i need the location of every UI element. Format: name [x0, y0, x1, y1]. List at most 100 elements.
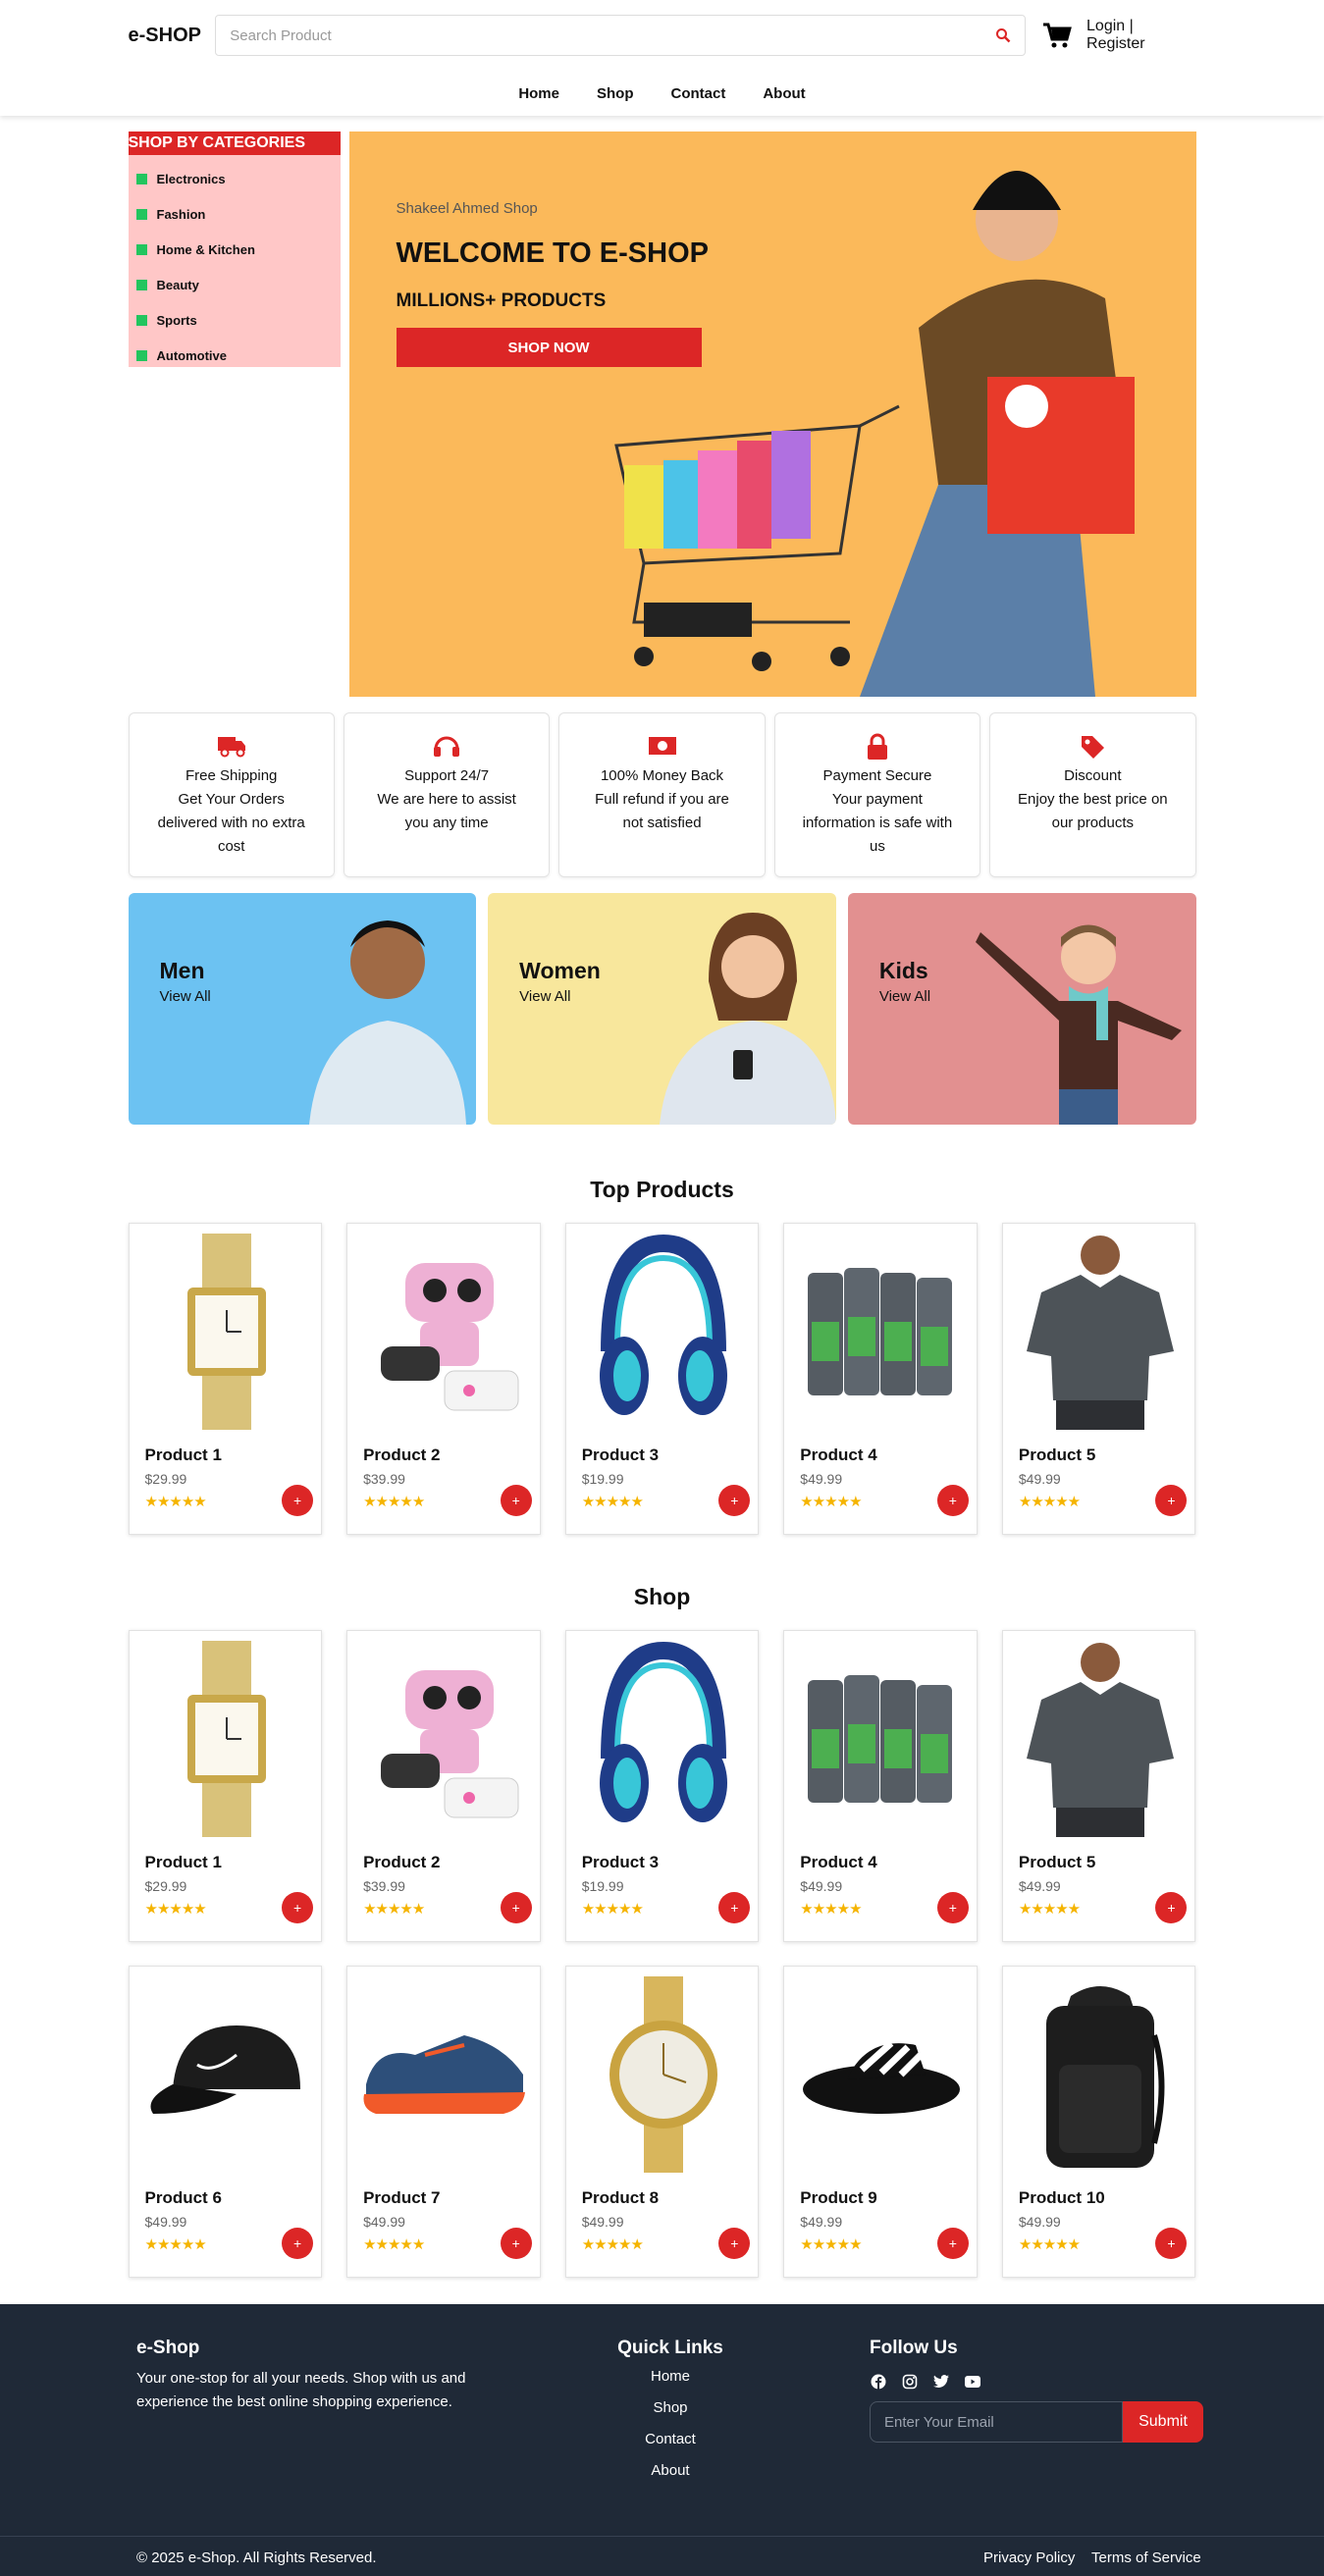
product-name[interactable]: Product 9 [800, 2188, 876, 2208]
slide-icon[interactable] [784, 1967, 979, 2182]
cart-icon[interactable] [1041, 20, 1073, 51]
product-name[interactable]: Product 1 [145, 1446, 222, 1465]
search-input[interactable]: Search Product [215, 15, 1027, 56]
add-to-cart-button[interactable]: + [282, 1892, 314, 1923]
product-name[interactable]: Product 2 [363, 1853, 440, 1872]
product-card[interactable]: Product 3 $19.99 ★★★★★ + [564, 1630, 761, 1942]
email-input[interactable]: Enter Your Email [870, 2401, 1123, 2443]
login-register-link[interactable]: Login | Register [1086, 18, 1195, 53]
feature-card: 100% Money Back Full refund if you are n… [558, 712, 766, 877]
headphones-icon[interactable] [566, 1631, 761, 1847]
watch-icon[interactable] [130, 1224, 324, 1440]
twitter-icon[interactable] [932, 2373, 949, 2390]
robot-icon[interactable] [347, 1631, 542, 1847]
product-name[interactable]: Product 1 [145, 1853, 222, 1872]
instagram-icon[interactable] [901, 2373, 918, 2390]
product-name[interactable]: Product 4 [800, 1446, 876, 1465]
category-card-men[interactable]: Men View All [128, 893, 477, 1125]
view-all-link[interactable]: View All [879, 988, 930, 1005]
product-price: $39.99 [363, 1878, 405, 1894]
product-card[interactable]: Product 3 $19.99 ★★★★★ + [564, 1223, 761, 1535]
category-item-home-kitchen[interactable]: Home & Kitchen [135, 232, 341, 267]
search-icon[interactable] [995, 27, 1011, 43]
add-to-cart-button[interactable]: + [1155, 1892, 1188, 1923]
product-card[interactable]: Product 2 $39.99 ★★★★★ + [346, 1630, 541, 1942]
category-item-beauty[interactable]: Beauty [135, 267, 341, 302]
gold-watch-icon[interactable] [566, 1967, 761, 2182]
nav-about[interactable]: About [763, 85, 805, 102]
product-card[interactable]: Product 4 $49.99 ★★★★★ + [783, 1630, 978, 1942]
product-card[interactable]: Product 1 $29.99 ★★★★★ + [128, 1223, 324, 1535]
category-card-kids[interactable]: Kids View All [847, 893, 1196, 1125]
product-name[interactable]: Product 4 [800, 1853, 876, 1872]
headphones-icon[interactable] [566, 1224, 761, 1440]
product-card[interactable]: Product 9 $49.99 ★★★★★ + [783, 1966, 978, 2278]
submit-button[interactable]: Submit [1123, 2401, 1203, 2443]
nav-home[interactable]: Home [518, 85, 559, 102]
product-card[interactable]: Product 4 $49.99 ★★★★★ + [783, 1223, 978, 1535]
add-to-cart-button[interactable]: + [282, 2228, 314, 2259]
backpack-icon[interactable] [1003, 1967, 1197, 2182]
product-card[interactable]: Product 8 $49.99 ★★★★★ + [564, 1966, 761, 2278]
add-to-cart-button[interactable]: + [718, 1892, 751, 1923]
product-name[interactable]: Product 2 [363, 1446, 440, 1465]
facebook-icon[interactable] [870, 2373, 886, 2390]
category-item-electronics[interactable]: Electronics [135, 161, 341, 196]
robot-icon[interactable] [347, 1224, 542, 1440]
product-price: $49.99 [363, 2214, 405, 2230]
product-name[interactable]: Product 10 [1019, 2188, 1105, 2208]
category-item-fashion[interactable]: Fashion [135, 196, 341, 232]
view-all-link[interactable]: View All [519, 988, 570, 1005]
product-card[interactable]: Product 2 $39.99 ★★★★★ + [346, 1223, 541, 1535]
add-to-cart-button[interactable]: + [936, 1485, 969, 1516]
product-card[interactable]: Product 10 $49.99 ★★★★★ + [1001, 1966, 1197, 2278]
youtube-icon[interactable] [964, 2373, 980, 2390]
privacy-policy-link[interactable]: Privacy Policy [983, 2550, 1075, 2566]
add-to-cart-button[interactable]: + [936, 1892, 969, 1923]
shoe-icon[interactable] [347, 1967, 542, 2182]
product-card[interactable]: Product 5 $49.99 ★★★★★ + [1001, 1630, 1197, 1942]
bodywash-icon[interactable] [784, 1631, 979, 1847]
watch-icon[interactable] [130, 1631, 324, 1847]
site-logo[interactable]: e-SHOP [129, 25, 216, 47]
hero-subtitle: Shakeel Ahmed Shop [396, 200, 538, 217]
nav-shop[interactable]: Shop [597, 85, 634, 102]
product-card[interactable]: Product 5 $49.99 ★★★★★ + [1001, 1223, 1197, 1535]
product-card[interactable]: Product 1 $29.99 ★★★★★ + [128, 1630, 324, 1942]
terms-of-service-link[interactable]: Terms of Service [1091, 2550, 1201, 2566]
add-to-cart-button[interactable]: + [282, 1485, 314, 1516]
product-name[interactable]: Product 3 [582, 1853, 659, 1872]
product-name[interactable]: Product 7 [363, 2188, 440, 2208]
add-to-cart-button[interactable]: + [500, 2228, 532, 2259]
product-name[interactable]: Product 5 [1019, 1446, 1095, 1465]
view-all-link[interactable]: View All [160, 988, 211, 1005]
footer-link-contact[interactable]: Contact [609, 2424, 732, 2455]
nav-contact[interactable]: Contact [671, 85, 726, 102]
add-to-cart-button[interactable]: + [1155, 2228, 1188, 2259]
product-name[interactable]: Product 8 [582, 2188, 659, 2208]
category-item-sports[interactable]: Sports [135, 302, 341, 338]
bodywash-icon[interactable] [784, 1224, 979, 1440]
category-card-women[interactable]: Women View All [488, 893, 836, 1125]
product-card[interactable]: Product 7 $49.99 ★★★★★ + [346, 1966, 541, 2278]
rating-stars-icon: ★★★★★ [363, 2236, 425, 2253]
category-item-automotive[interactable]: Automotive [135, 338, 341, 373]
product-name[interactable]: Product 3 [582, 1446, 659, 1465]
cap-icon[interactable] [130, 1967, 324, 2182]
product-name[interactable]: Product 5 [1019, 1853, 1095, 1872]
add-to-cart-button[interactable]: + [500, 1892, 532, 1923]
add-to-cart-button[interactable]: + [1155, 1485, 1188, 1516]
footer-link-about[interactable]: About [609, 2455, 732, 2487]
shop-now-button[interactable]: SHOP NOW [396, 328, 702, 367]
add-to-cart-button[interactable]: + [718, 1485, 751, 1516]
product-name[interactable]: Product 6 [145, 2188, 222, 2208]
shirt-icon[interactable] [1003, 1224, 1197, 1440]
add-to-cart-button[interactable]: + [718, 2228, 751, 2259]
product-card[interactable]: Product 6 $49.99 ★★★★★ + [128, 1966, 324, 2278]
footer-link-home[interactable]: Home [609, 2361, 732, 2392]
footer-link-shop[interactable]: Shop [609, 2392, 732, 2424]
shirt-icon[interactable] [1003, 1631, 1197, 1847]
add-to-cart-button[interactable]: + [500, 1485, 532, 1516]
add-to-cart-button[interactable]: + [936, 2228, 969, 2259]
feature-card: Support 24/7 We are here to assist you a… [343, 712, 551, 877]
